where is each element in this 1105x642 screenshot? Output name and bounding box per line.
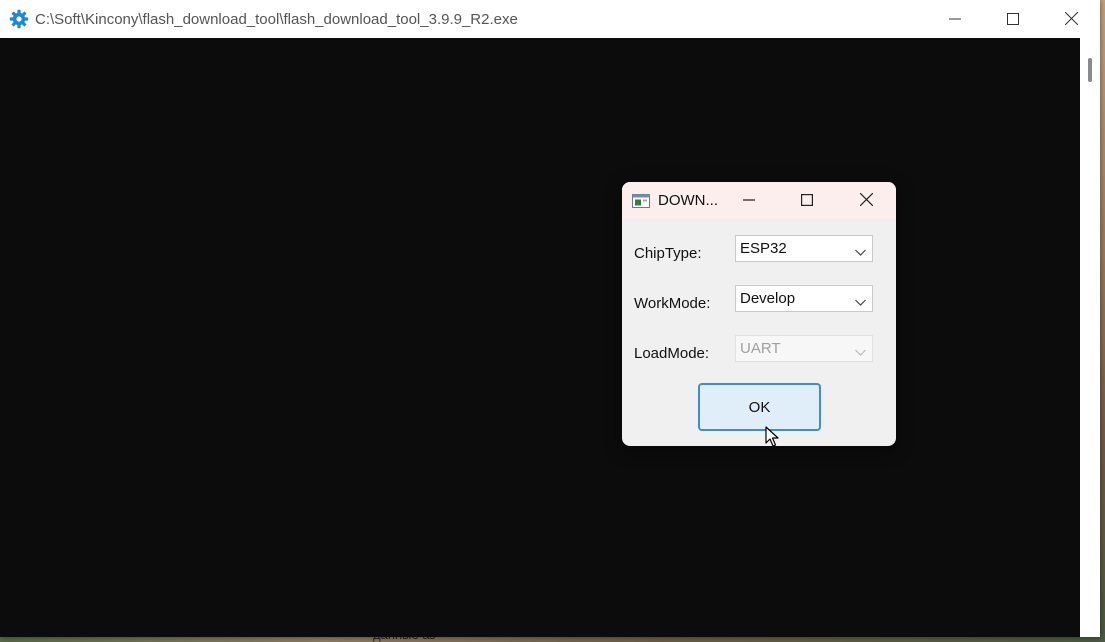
chevron-down-icon — [855, 294, 866, 306]
minimize-button[interactable] — [926, 0, 984, 38]
maximize-icon — [801, 191, 814, 210]
work-mode-label: WorkMode: — [634, 295, 711, 312]
window-app-icon — [632, 193, 650, 208]
vertical-scrollbar[interactable] — [1080, 38, 1100, 637]
main-window: C:\Soft\Kincony\flash_download_tool\flas… — [0, 0, 1100, 637]
work-mode-select[interactable]: Develop — [735, 285, 873, 312]
console-output[interactable] — [0, 38, 1080, 637]
chip-type-label: ChipType: — [634, 245, 702, 262]
minimize-icon — [743, 191, 755, 210]
chevron-down-icon — [855, 244, 866, 256]
chip-select-dialog: DOWN... ChipType: ESP32 WorkMode: Develo… — [622, 182, 896, 446]
main-title-bar[interactable]: C:\Soft\Kincony\flash_download_tool\flas… — [0, 0, 1100, 38]
mouse-cursor-icon — [765, 426, 779, 448]
close-icon — [1064, 10, 1078, 29]
dialog-title-bar[interactable]: DOWN... — [622, 182, 896, 219]
ok-button[interactable]: OK — [698, 383, 821, 431]
main-window-title: C:\Soft\Kincony\flash_download_tool\flas… — [35, 10, 518, 28]
dialog-close-button[interactable] — [837, 182, 895, 219]
chip-type-value: ESP32 — [740, 240, 787, 257]
close-button[interactable] — [1042, 0, 1100, 38]
load-mode-value: UART — [740, 340, 781, 357]
dialog-minimize-button[interactable] — [720, 182, 778, 219]
gear-icon — [9, 9, 29, 29]
work-mode-value: Develop — [740, 290, 796, 307]
dialog-title: DOWN... — [658, 192, 718, 209]
chip-type-select[interactable]: ESP32 — [735, 235, 873, 262]
load-mode-select: UART — [735, 335, 873, 362]
load-mode-label: LoadMode: — [634, 345, 710, 362]
maximize-button[interactable] — [984, 0, 1042, 38]
maximize-icon — [1007, 10, 1019, 29]
chevron-down-icon — [855, 344, 866, 356]
dialog-maximize-button[interactable] — [778, 182, 836, 219]
scrollbar-thumb[interactable] — [1088, 58, 1092, 82]
close-icon — [859, 191, 873, 210]
minimize-icon — [949, 10, 961, 29]
main-window-controls — [926, 0, 1100, 38]
